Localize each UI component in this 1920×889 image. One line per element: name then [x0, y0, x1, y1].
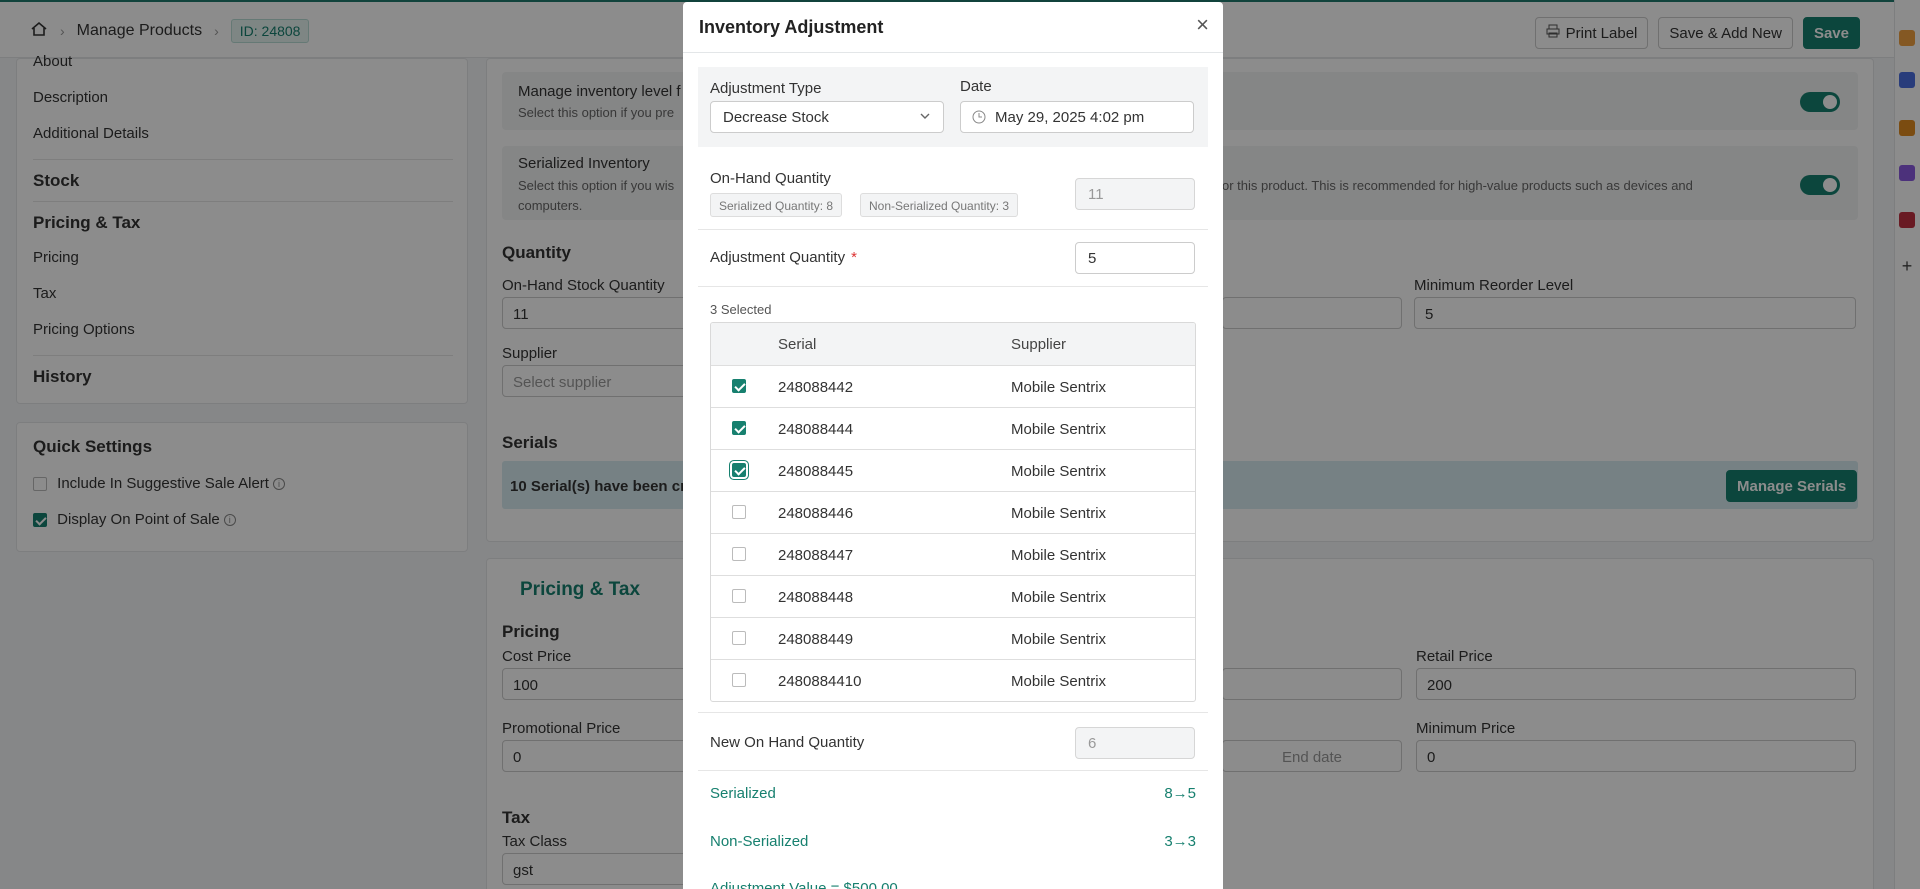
column-header-serial[interactable]: Serial — [778, 336, 816, 353]
table-row[interactable]: 248088447 Mobile Sentrix — [711, 533, 1195, 575]
row-checkbox[interactable] — [732, 673, 746, 687]
table-row[interactable]: 248088444 Mobile Sentrix — [711, 407, 1195, 449]
row-checkbox[interactable] — [732, 463, 746, 477]
nonserialized-label: Non-Serialized — [710, 833, 809, 850]
supplier-cell: Mobile Sentrix — [1011, 673, 1107, 690]
row-checkbox[interactable] — [732, 547, 746, 561]
serials-table: Serial Supplier 248088442 Mobile Sentrix 2… — [710, 322, 1196, 702]
row-checkbox[interactable] — [732, 589, 746, 603]
serial-cell: 248088446 — [778, 505, 854, 522]
table-row[interactable]: 248088446 Mobile Sentrix — [711, 491, 1195, 533]
supplier-cell: Mobile Sentrix — [1011, 421, 1107, 438]
row-checkbox[interactable] — [732, 421, 746, 435]
adjustment-quantity-input[interactable]: 5 — [1075, 242, 1195, 274]
table-row[interactable]: 248088449 Mobile Sentrix — [711, 617, 1195, 659]
serialized-label: Serialized — [710, 785, 776, 802]
row-checkbox[interactable] — [732, 379, 746, 393]
selected-count: 3 Selected — [710, 302, 772, 317]
serial-cell: 248088448 — [778, 589, 854, 606]
adjustment-quantity-label: Adjustment Quantity * — [710, 249, 857, 266]
row-checkbox[interactable] — [732, 505, 746, 519]
clock-icon — [972, 110, 986, 128]
serial-cell: 248088449 — [778, 631, 854, 648]
table-row[interactable]: 2480884410 Mobile Sentrix — [711, 659, 1195, 701]
table-row[interactable]: 248088445 Mobile Sentrix — [711, 449, 1195, 491]
divider — [698, 770, 1208, 771]
chevron-down-icon — [919, 109, 931, 126]
serial-cell: 248088447 — [778, 547, 854, 564]
serialized-change: 8→5 — [1164, 785, 1196, 802]
divider — [698, 712, 1208, 713]
supplier-cell: Mobile Sentrix — [1011, 631, 1107, 648]
new-onhand-label: New On Hand Quantity — [710, 734, 865, 751]
supplier-cell: Mobile Sentrix — [1011, 379, 1107, 396]
onhand-quantity-field: 11 — [1075, 178, 1195, 210]
serial-cell: 2480884410 — [778, 673, 862, 690]
serial-cell: 248088445 — [778, 463, 854, 480]
date-label: Date — [960, 78, 992, 95]
divider — [698, 229, 1208, 230]
supplier-cell: Mobile Sentrix — [1011, 547, 1107, 564]
table-header: Serial Supplier — [711, 323, 1195, 365]
close-icon[interactable]: × — [1196, 14, 1209, 36]
column-header-supplier[interactable]: Supplier — [1011, 336, 1066, 353]
inventory-adjustment-modal: Inventory Adjustment × Adjustment Type D… — [683, 2, 1223, 889]
table-row[interactable]: 248088442 Mobile Sentrix — [711, 365, 1195, 407]
modal-title: Inventory Adjustment — [699, 17, 884, 37]
nonserialized-quantity-chip: Non-Serialized Quantity: 3 — [860, 193, 1019, 217]
nonserialized-change: 3→3 — [1164, 833, 1196, 850]
date-field[interactable]: May 29, 2025 4:02 pm — [960, 101, 1194, 133]
adjustment-type-label: Adjustment Type — [710, 80, 822, 97]
supplier-cell: Mobile Sentrix — [1011, 505, 1107, 522]
required-indicator: * — [851, 249, 857, 266]
adjustment-type-select[interactable]: Decrease Stock — [710, 101, 944, 133]
supplier-cell: Mobile Sentrix — [1011, 463, 1107, 480]
supplier-cell: Mobile Sentrix — [1011, 589, 1107, 606]
table-row[interactable]: 248088448 Mobile Sentrix — [711, 575, 1195, 617]
divider — [683, 52, 1223, 53]
onhand-quantity-label: On-Hand Quantity — [710, 170, 831, 187]
serial-cell: 248088444 — [778, 421, 854, 438]
row-checkbox[interactable] — [732, 631, 746, 645]
adjustment-value: Adjustment Value = $500.00 — [710, 880, 898, 889]
divider — [698, 286, 1208, 287]
serial-cell: 248088442 — [778, 379, 854, 396]
new-onhand-field: 6 — [1075, 727, 1195, 759]
serialized-quantity-chip: Serialized Quantity: 8 — [710, 193, 843, 217]
